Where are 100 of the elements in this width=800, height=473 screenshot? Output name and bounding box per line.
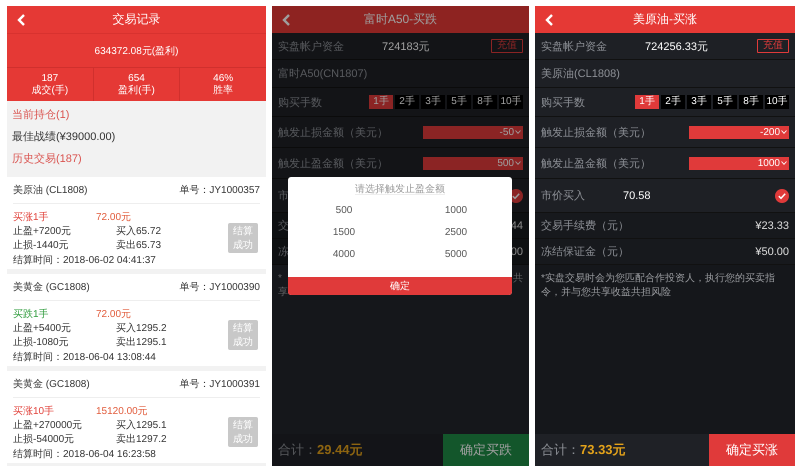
recharge-button[interactable]: 充值 <box>757 39 789 53</box>
lot-option[interactable]: 5手 <box>713 95 737 109</box>
field-label: 富时A50(CN1807) <box>278 66 368 81</box>
product-name: 美原油 (CL1808) <box>13 184 88 197</box>
page-title: 富时A50-买跌 <box>362 11 438 28</box>
lot-option[interactable]: 8手 <box>739 95 763 109</box>
stat-value: 187 <box>41 72 58 84</box>
order-number: 单号：JY1000390 <box>179 280 260 294</box>
field-label: 冻 <box>278 244 289 259</box>
stop-loss: 止损-1440元 <box>13 238 70 252</box>
amount-value: ¥50.00 <box>755 246 789 258</box>
caret-icon <box>781 130 787 134</box>
amount-option[interactable]: 2500 <box>444 226 468 238</box>
back-icon[interactable] <box>282 14 291 26</box>
field-label: 交易手续费（元） <box>541 218 629 233</box>
field-label: 实盘帐户资金 <box>278 40 344 54</box>
stat-value: 46% <box>213 72 234 84</box>
buy-price: 买入65.72 <box>116 224 162 238</box>
page-title: 美原油-买涨 <box>632 11 698 28</box>
amount-dropdown[interactable]: 1000 <box>689 156 789 170</box>
product-name: 美黄金 (GC1808) <box>13 280 90 294</box>
confirm-order-button[interactable]: 确定买涨 <box>709 434 795 466</box>
field-label: 购买手数 <box>278 96 322 110</box>
total-label: 合计： <box>278 441 317 459</box>
market-price: 70.58 <box>623 190 651 202</box>
field-label: 触发止损金额（美元） <box>278 126 388 140</box>
product-name: 美黄金 (GC1808) <box>13 378 90 391</box>
trade-fee: 72.00元 <box>96 308 132 320</box>
field-label: 美原油(CL1808) <box>541 66 620 81</box>
lot-option[interactable]: 10手 <box>765 95 789 109</box>
amount-option[interactable]: 500 <box>336 204 352 216</box>
field-label: 实盘帐户资金 <box>541 40 607 54</box>
summary-link[interactable]: 历史交易(187) <box>12 151 82 166</box>
lot-option[interactable]: 1手 <box>635 95 659 109</box>
field-label: 触发止损金额（美元） <box>541 126 651 140</box>
take-profit: 止盈+270000元 <box>13 418 84 432</box>
lot-option[interactable]: 2手 <box>395 95 419 109</box>
order-number: 单号：JY1000357 <box>179 184 260 197</box>
back-icon[interactable] <box>545 14 554 26</box>
sell-price: 卖出1297.2 <box>116 432 168 446</box>
summary-text: 最佳战绩(¥39000.00) <box>12 130 116 144</box>
check-circle-icon[interactable] <box>775 188 789 202</box>
lot-option[interactable]: 3手 <box>687 95 711 109</box>
amount-option[interactable]: 4000 <box>332 248 356 260</box>
stop-loss: 止损-54000元 <box>13 432 76 446</box>
caret-icon <box>515 130 521 134</box>
sell-price: 卖出65.73 <box>116 238 162 252</box>
trade-direction: 买涨1手 <box>13 210 49 224</box>
order-number: 单号：JY1000391 <box>179 378 260 391</box>
total-label: 合计： <box>541 441 580 459</box>
field-label: 触发止盈金额（美元） <box>278 156 388 170</box>
trade-fee: 15120.00元 <box>96 404 149 418</box>
lot-option[interactable]: 10手 <box>499 95 523 109</box>
confirm-button[interactable]: 确定 <box>288 277 512 295</box>
stop-loss: 止损-1080元 <box>13 336 70 349</box>
lot-option[interactable]: 3手 <box>421 95 445 109</box>
amount-dropdown[interactable]: -200 <box>689 126 789 138</box>
settle-time: 结算时间：2018-06-04 13:08:44 <box>13 350 157 364</box>
risk-note: 享 <box>278 286 288 300</box>
buy-price: 买入1295.1 <box>116 418 168 432</box>
trade-direction: 买跌1手 <box>13 308 49 320</box>
balance-value: 724256.33元 <box>645 40 708 54</box>
settle-time: 结算时间：2018-06-04 16:23:58 <box>13 448 157 460</box>
field-label: 购买手数 <box>541 96 585 110</box>
back-icon[interactable] <box>17 14 26 26</box>
balance-value: 724183元 <box>382 40 430 54</box>
amount-value: 44 <box>510 220 523 232</box>
field-label: 交 <box>278 218 289 233</box>
take-profit: 止盈+7200元 <box>13 224 72 238</box>
sell-price: 卖出1295.1 <box>116 336 168 349</box>
amount-value: ¥23.33 <box>755 220 789 232</box>
dialog-title: 请选择触发止盈金额 <box>355 177 445 195</box>
settle-time: 结算时间：2018-06-02 04:41:37 <box>13 254 157 266</box>
field-label: 市价买入 <box>541 188 585 203</box>
total-amount: 73.33元 <box>580 441 626 459</box>
amount-option[interactable]: 5000 <box>444 248 468 260</box>
lot-option[interactable]: 8手 <box>473 95 497 109</box>
lot-option[interactable]: 5手 <box>447 95 471 109</box>
take-profit: 止盈+5400元 <box>13 322 72 335</box>
caret-icon <box>515 161 521 165</box>
stat-value: 654 <box>128 72 145 84</box>
total-profit: 634372.08元(盈利) <box>94 44 178 58</box>
page-title: 交易记录 <box>112 11 162 28</box>
stat-label: 成交(手) <box>32 84 68 96</box>
summary-link[interactable]: 当前持仓(1) <box>12 106 70 122</box>
risk-note: *实盘交易时会为您匹配合作投资人，执行您的买卖指令，并与您共享收益共担风险 <box>540 272 776 300</box>
field-label: 市 <box>278 188 289 203</box>
amount-option[interactable]: 1500 <box>332 226 356 238</box>
lot-option[interactable]: 2手 <box>661 95 685 109</box>
trade-fee: 72.00元 <box>96 210 132 224</box>
buy-price: 买入1295.2 <box>116 322 168 335</box>
trade-direction: 买涨10手 <box>13 404 54 418</box>
field-label: 冻结保证金（元） <box>541 244 629 259</box>
stat-label: 盈利(手) <box>118 84 155 96</box>
risk-note: 共 <box>513 272 523 286</box>
field-label: 触发止盈金额（美元） <box>541 156 651 170</box>
stat-label: 胜率 <box>213 84 234 96</box>
risk-note: * <box>278 272 282 286</box>
amount-option[interactable]: 1000 <box>444 204 468 216</box>
total-amount: 29.44元 <box>317 441 363 459</box>
